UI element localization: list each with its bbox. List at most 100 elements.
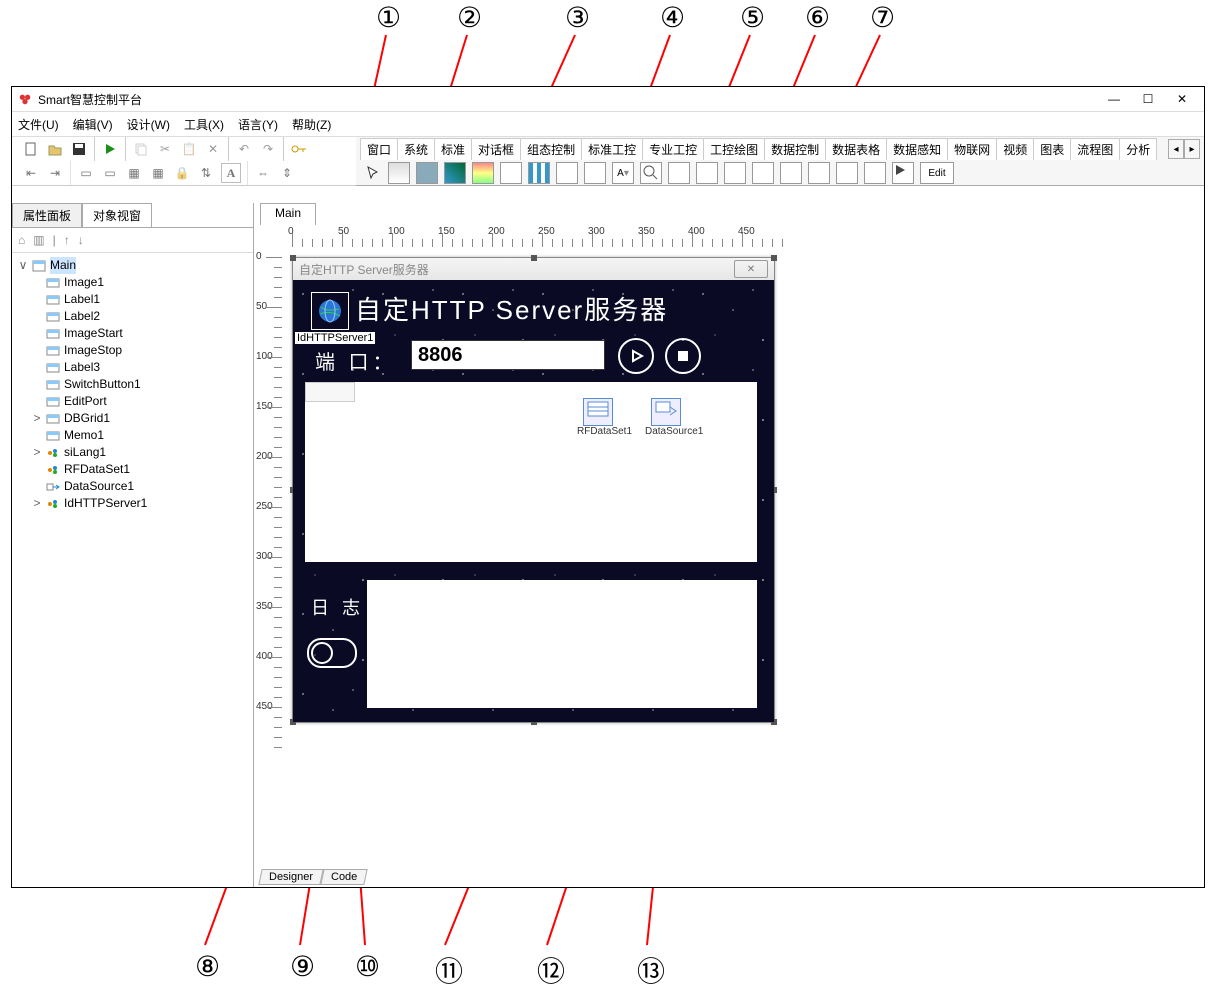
tab-code[interactable]: Code (320, 869, 368, 885)
tree-item[interactable]: Image1 (32, 274, 247, 291)
align-left-button[interactable]: ⇤ (22, 164, 40, 182)
maximize-button[interactable]: ☐ (1132, 89, 1164, 109)
lp-tool-2[interactable]: ▥ (33, 233, 44, 247)
palette-comp-15[interactable] (780, 162, 802, 184)
tree-item[interactable]: EditPort (32, 393, 247, 410)
form-close-button[interactable]: ✕ (734, 260, 768, 278)
datasource-component[interactable]: DataSource1 (645, 398, 687, 437)
copy-button[interactable] (132, 140, 150, 158)
tab-std-ind[interactable]: 标准工控 (581, 138, 643, 160)
port-input[interactable] (411, 340, 605, 370)
palette-comp-12[interactable] (696, 162, 718, 184)
tree-item[interactable]: ImageStart (32, 325, 247, 342)
tab-standard[interactable]: 标准 (434, 138, 472, 160)
palette-comp-16[interactable] (808, 162, 830, 184)
run-button[interactable] (101, 140, 119, 158)
palette-comp-13[interactable] (724, 162, 746, 184)
tree-item[interactable]: Label3 (32, 359, 247, 376)
tab-data-aware[interactable]: 数据感知 (886, 138, 948, 160)
tree-item[interactable]: >siLang1 (32, 444, 247, 461)
lock-button[interactable]: 🔒 (173, 164, 191, 182)
tree-item[interactable]: Label1 (32, 291, 247, 308)
menu-tools[interactable]: 工具(X) (184, 116, 224, 133)
new-button[interactable] (22, 140, 40, 158)
tab-chart[interactable]: 图表 (1033, 138, 1071, 160)
tab-object-view[interactable]: 对象视窗 (82, 203, 152, 227)
paste-button[interactable]: 📋 (180, 140, 198, 158)
tab-flow[interactable]: 流程图 (1070, 138, 1120, 160)
tab-dialog[interactable]: 对话框 (471, 138, 521, 160)
stop-button[interactable] (665, 338, 701, 374)
menu-design[interactable]: 设计(W) (127, 116, 170, 133)
minimize-button[interactable]: — (1098, 89, 1130, 109)
tree-item[interactable]: Memo1 (32, 427, 247, 444)
tree-item[interactable]: >DBGrid1 (32, 410, 247, 427)
palette-comp-10[interactable] (640, 162, 662, 184)
tree-root[interactable]: Main (50, 257, 76, 274)
tab-video[interactable]: 视频 (996, 138, 1034, 160)
designed-form[interactable]: 自定HTTP Server服务器 ✕ IdHTTPServer1 自定HTTP … (292, 257, 775, 723)
tab-pro-ind[interactable]: 专业工控 (642, 138, 704, 160)
menu-edit[interactable]: 编辑(V) (73, 116, 113, 133)
switch-button[interactable] (307, 638, 357, 668)
tab-designer[interactable]: Designer (258, 869, 323, 885)
tab-properties[interactable]: 属性面板 (12, 203, 82, 227)
start-button[interactable] (618, 338, 654, 374)
palette-comp-19[interactable] (892, 162, 914, 184)
palette-comp-9[interactable]: A▾ (612, 162, 634, 184)
palette-comp-4[interactable] (472, 162, 494, 184)
palette-comp-2[interactable] (416, 162, 438, 184)
tab-hmi[interactable]: 组态控制 (520, 138, 582, 160)
tree-item[interactable]: ImageStop (32, 342, 247, 359)
open-button[interactable] (46, 140, 64, 158)
palette-comp-edit[interactable]: Edit (920, 162, 954, 184)
tab-analysis[interactable]: 分析 (1119, 138, 1157, 160)
palette-comp-7[interactable] (556, 162, 578, 184)
redo-button[interactable]: ↷ (259, 140, 277, 158)
design-canvas[interactable]: 自定HTTP Server服务器 ✕ IdHTTPServer1 自定HTTP … (282, 247, 1204, 865)
key-button[interactable] (290, 140, 308, 158)
palette-comp-14[interactable] (752, 162, 774, 184)
tree-item[interactable]: Label2 (32, 308, 247, 325)
form-tab-main[interactable]: Main (260, 203, 316, 225)
close-button[interactable]: ✕ (1166, 89, 1198, 109)
palette-comp-5[interactable] (500, 162, 522, 184)
palette-comp-6[interactable] (528, 162, 550, 184)
tab-scroll-left[interactable]: ◂ (1168, 139, 1184, 159)
memo[interactable] (367, 580, 757, 708)
lp-tool-1[interactable]: ⌂ (18, 233, 25, 247)
object-tree[interactable]: ∨Main Image1Label1Label2ImageStartImageS… (12, 253, 253, 887)
vdist-button[interactable]: ⇕ (278, 164, 296, 182)
ungroup-button[interactable]: ▦ (149, 164, 167, 182)
pointer-tool[interactable] (364, 164, 382, 182)
menu-help[interactable]: 帮助(Z) (292, 116, 331, 133)
tree-item[interactable]: >IdHTTPServer1 (32, 495, 247, 512)
dbgrid[interactable] (305, 382, 757, 562)
bring-front-button[interactable]: ▭ (77, 164, 95, 182)
cut-button[interactable]: ✂ (156, 140, 174, 158)
menu-lang[interactable]: 语言(Y) (238, 116, 278, 133)
palette-comp-8[interactable] (584, 162, 606, 184)
menu-file[interactable]: 文件(U) (18, 116, 59, 133)
palette-comp-11[interactable] (668, 162, 690, 184)
palette-comp-3[interactable] (444, 162, 466, 184)
text-button[interactable]: A (221, 163, 241, 183)
send-back-button[interactable]: ▭ (101, 164, 119, 182)
tab-data-ctrl[interactable]: 数据控制 (764, 138, 826, 160)
tab-system[interactable]: 系统 (397, 138, 435, 160)
tab-scroll-right[interactable]: ▸ (1184, 139, 1200, 159)
rfdataset-component[interactable]: RFDataSet1 (577, 398, 619, 437)
tab-data-grid[interactable]: 数据表格 (825, 138, 887, 160)
delete-button[interactable]: ✕ (204, 140, 222, 158)
tab-order-button[interactable]: ⇅ (197, 164, 215, 182)
align-right-button[interactable]: ⇥ (46, 164, 64, 182)
palette-comp-1[interactable] (388, 162, 410, 184)
undo-button[interactable]: ↶ (235, 140, 253, 158)
palette-comp-18[interactable] (864, 162, 886, 184)
tree-item[interactable]: RFDataSet1 (32, 461, 247, 478)
tab-window[interactable]: 窗口 (360, 138, 398, 160)
hdist-button[interactable]: ⇔ (254, 164, 272, 182)
lp-tool-up[interactable]: ↑ (64, 233, 70, 247)
save-button[interactable] (70, 140, 88, 158)
tree-item[interactable]: SwitchButton1 (32, 376, 247, 393)
